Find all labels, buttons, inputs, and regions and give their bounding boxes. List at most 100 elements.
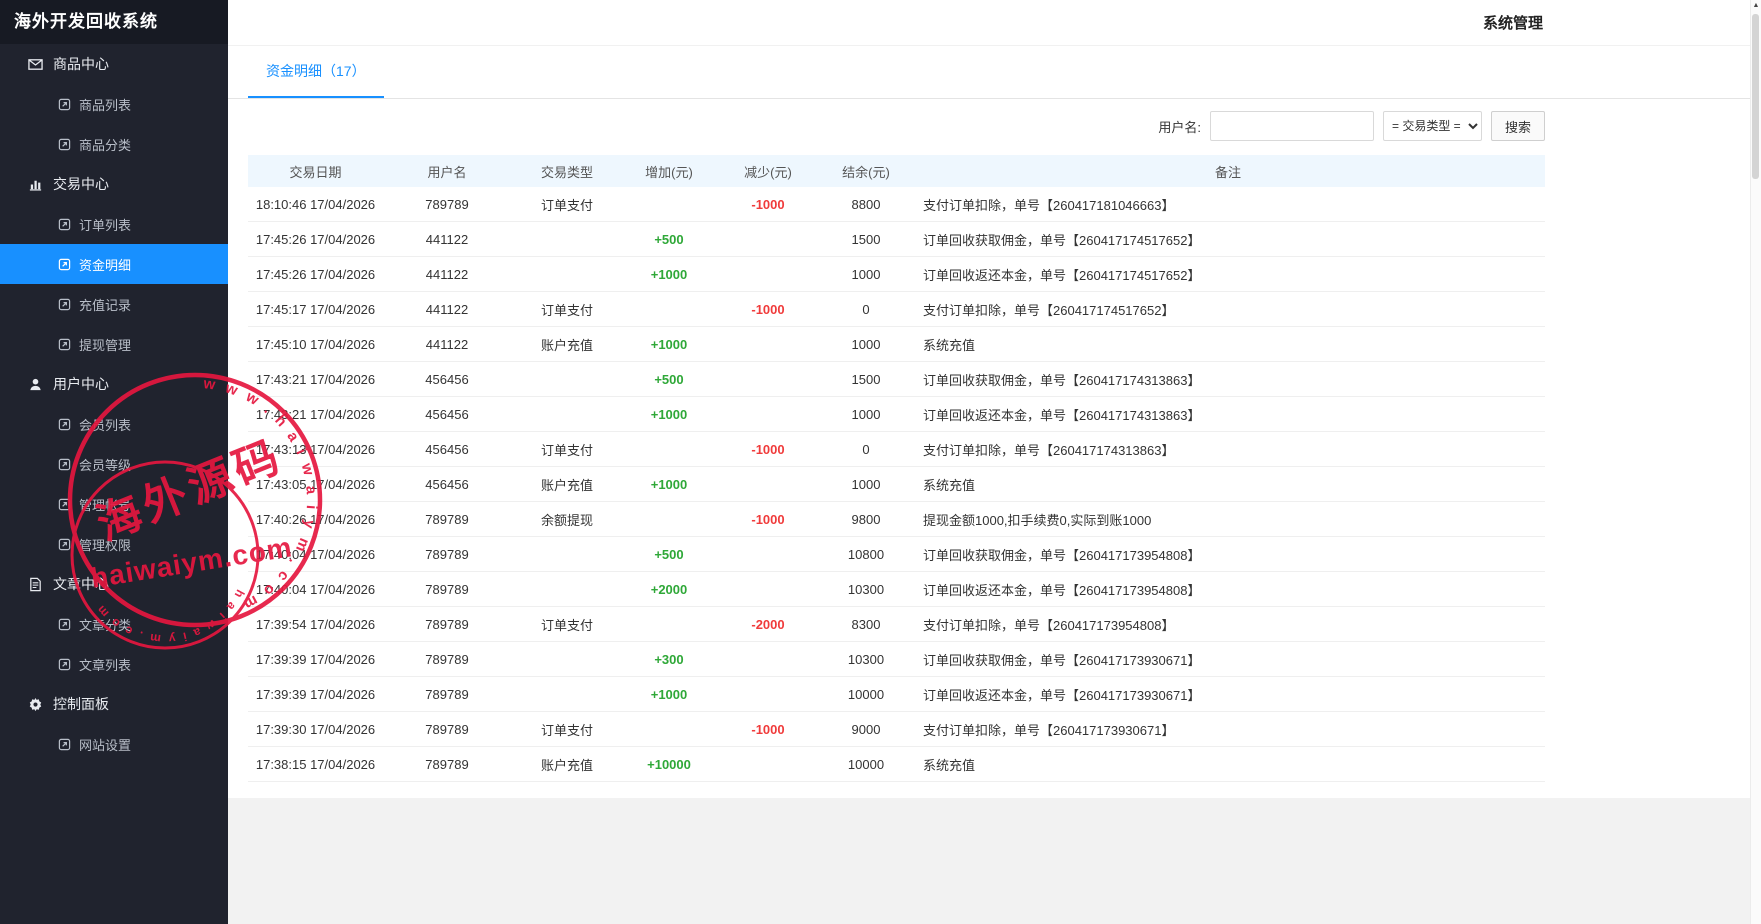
cell-note: 系统充值 [911, 327, 1545, 362]
cell-increase [623, 432, 715, 467]
sidebar-section-user-center[interactable]: 用户中心 [0, 364, 228, 404]
cell-decrease [715, 397, 821, 432]
sidebar-item-label: 管理帐号 [79, 495, 131, 514]
cell-note: 支付订单扣除，单号【260417174313863】 [911, 432, 1545, 467]
scroll-up-arrow-icon[interactable]: ▲ [1751, 0, 1761, 12]
document-icon [28, 577, 43, 592]
cell-balance: 10300 [821, 572, 911, 607]
table-row: 17:43:13 17/04/2026 456456 订单支付 -1000 0 … [248, 432, 1545, 467]
tab-fund-details[interactable]: 资金明细（17） [248, 46, 384, 98]
system-management-menu[interactable]: 系统管理 [1483, 12, 1543, 33]
sidebar-item-admin-account[interactable]: 管理帐号 [0, 484, 228, 524]
cell-date: 18:10:46 17/04/2026 [248, 187, 383, 222]
submenu-square-arrow-icon [58, 618, 71, 631]
sidebar-section-trade-center[interactable]: 交易中心 [0, 164, 228, 204]
search-button[interactable]: 搜索 [1491, 111, 1545, 141]
cell-date: 17:45:10 17/04/2026 [248, 327, 383, 362]
col-header-increase: 增加(元) [623, 155, 715, 187]
table-row: 17:45:10 17/04/2026 441122 账户充值 +1000 10… [248, 327, 1545, 362]
sidebar-item-withdrawal-management[interactable]: 提现管理 [0, 324, 228, 364]
sidebar-item-admin-permission[interactable]: 管理权限 [0, 524, 228, 564]
sidebar-section-label: 文章中心 [53, 574, 109, 594]
sidebar-item-label: 提现管理 [79, 335, 131, 354]
app-window: 海外开发回收系统 商品中心 商品列表 商品分类 交易中心 [0, 0, 1761, 924]
main-upper: 系统管理 资金明细（17） 用户名: = 交易类型 = 搜索 [228, 0, 1761, 798]
user-icon [28, 377, 43, 392]
cell-increase: +500 [623, 362, 715, 397]
sidebar-item-product-list[interactable]: 商品列表 [0, 84, 228, 124]
cell-username: 789789 [383, 572, 511, 607]
cell-decrease [715, 362, 821, 397]
submenu-square-arrow-icon [58, 418, 71, 431]
cell-decrease [715, 222, 821, 257]
cell-decrease: -2000 [715, 607, 821, 642]
cell-balance: 10300 [821, 642, 911, 677]
cell-type: 余额提现 [511, 502, 623, 537]
sidebar-item-member-level[interactable]: 会员等级 [0, 444, 228, 484]
cell-username: 456456 [383, 362, 511, 397]
scrollbar[interactable]: ▲ [1750, 0, 1761, 924]
cell-increase: +500 [623, 222, 715, 257]
sidebar-item-member-list[interactable]: 会员列表 [0, 404, 228, 444]
cell-username: 441122 [383, 292, 511, 327]
cell-note: 订单回收返还本金，单号【260417173954808】 [911, 572, 1545, 607]
cell-date: 17:39:39 17/04/2026 [248, 677, 383, 712]
cell-username: 789789 [383, 677, 511, 712]
cell-balance: 1000 [821, 327, 911, 362]
cell-balance: 1500 [821, 362, 911, 397]
cell-increase [623, 187, 715, 222]
sidebar-section-article-center[interactable]: 文章中心 [0, 564, 228, 604]
table-row: 17:39:54 17/04/2026 789789 订单支付 -2000 83… [248, 607, 1545, 642]
cell-decrease: -1000 [715, 187, 821, 222]
cell-decrease [715, 677, 821, 712]
username-input[interactable] [1210, 111, 1374, 141]
sidebar-section-product-center[interactable]: 商品中心 [0, 44, 228, 84]
submenu-square-arrow-icon [58, 738, 71, 751]
table-row: 17:45:17 17/04/2026 441122 订单支付 -1000 0 … [248, 292, 1545, 327]
sidebar-section-control-panel[interactable]: 控制面板 [0, 684, 228, 724]
transaction-type-select[interactable]: = 交易类型 = [1383, 111, 1482, 141]
cell-date: 17:45:17 17/04/2026 [248, 292, 383, 327]
sidebar-item-order-list[interactable]: 订单列表 [0, 204, 228, 244]
table-row: 17:45:26 17/04/2026 441122 +1000 1000 订单… [248, 257, 1545, 292]
col-header-type: 交易类型 [511, 155, 623, 187]
cell-note: 提现金额1000,扣手续费0,实际到账1000 [911, 502, 1545, 537]
cell-increase: +1000 [623, 397, 715, 432]
cell-date: 17:39:30 17/04/2026 [248, 712, 383, 747]
cell-note: 支付订单扣除，单号【260417173954808】 [911, 607, 1545, 642]
cell-increase: +500 [623, 537, 715, 572]
cell-decrease: -1000 [715, 502, 821, 537]
table-row: 17:38:15 17/04/2026 789789 账户充值 +10000 1… [248, 747, 1545, 782]
cell-date: 17:45:26 17/04/2026 [248, 222, 383, 257]
cell-type: 订单支付 [511, 432, 623, 467]
cell-username: 789789 [383, 747, 511, 782]
scrollbar-thumb[interactable] [1752, 14, 1759, 179]
submenu-square-arrow-icon [58, 498, 71, 511]
cell-note: 订单回收返还本金，单号【260417174517652】 [911, 257, 1545, 292]
cell-type: 订单支付 [511, 292, 623, 327]
cell-note: 系统充值 [911, 467, 1545, 502]
sidebar-item-website-settings[interactable]: 网站设置 [0, 724, 228, 764]
sidebar-item-fund-details[interactable]: 资金明细 [0, 244, 228, 284]
sidebar-item-recharge-records[interactable]: 充值记录 [0, 284, 228, 324]
cell-decrease [715, 642, 821, 677]
cell-balance: 0 [821, 292, 911, 327]
table-row: 17:39:39 17/04/2026 789789 +1000 10000 订… [248, 677, 1545, 712]
col-header-decrease: 减少(元) [715, 155, 821, 187]
sidebar-item-product-category[interactable]: 商品分类 [0, 124, 228, 164]
sidebar-item-label: 会员等级 [79, 455, 131, 474]
cell-note: 订单回收获取佣金，单号【260417174517652】 [911, 222, 1545, 257]
cell-type: 账户充值 [511, 327, 623, 362]
cell-balance: 0 [821, 432, 911, 467]
bar-chart-icon [28, 177, 43, 192]
cell-username: 789789 [383, 537, 511, 572]
cell-type: 订单支付 [511, 607, 623, 642]
cell-increase [623, 292, 715, 327]
sidebar-item-article-category[interactable]: 文章分类 [0, 604, 228, 644]
table-header-row: 交易日期 用户名 交易类型 增加(元) 减少(元) 结余(元) 备注 [248, 155, 1545, 187]
cell-type [511, 537, 623, 572]
cell-username: 456456 [383, 397, 511, 432]
cell-decrease [715, 257, 821, 292]
submenu-square-arrow-icon [58, 298, 71, 311]
sidebar-item-article-list[interactable]: 文章列表 [0, 644, 228, 684]
